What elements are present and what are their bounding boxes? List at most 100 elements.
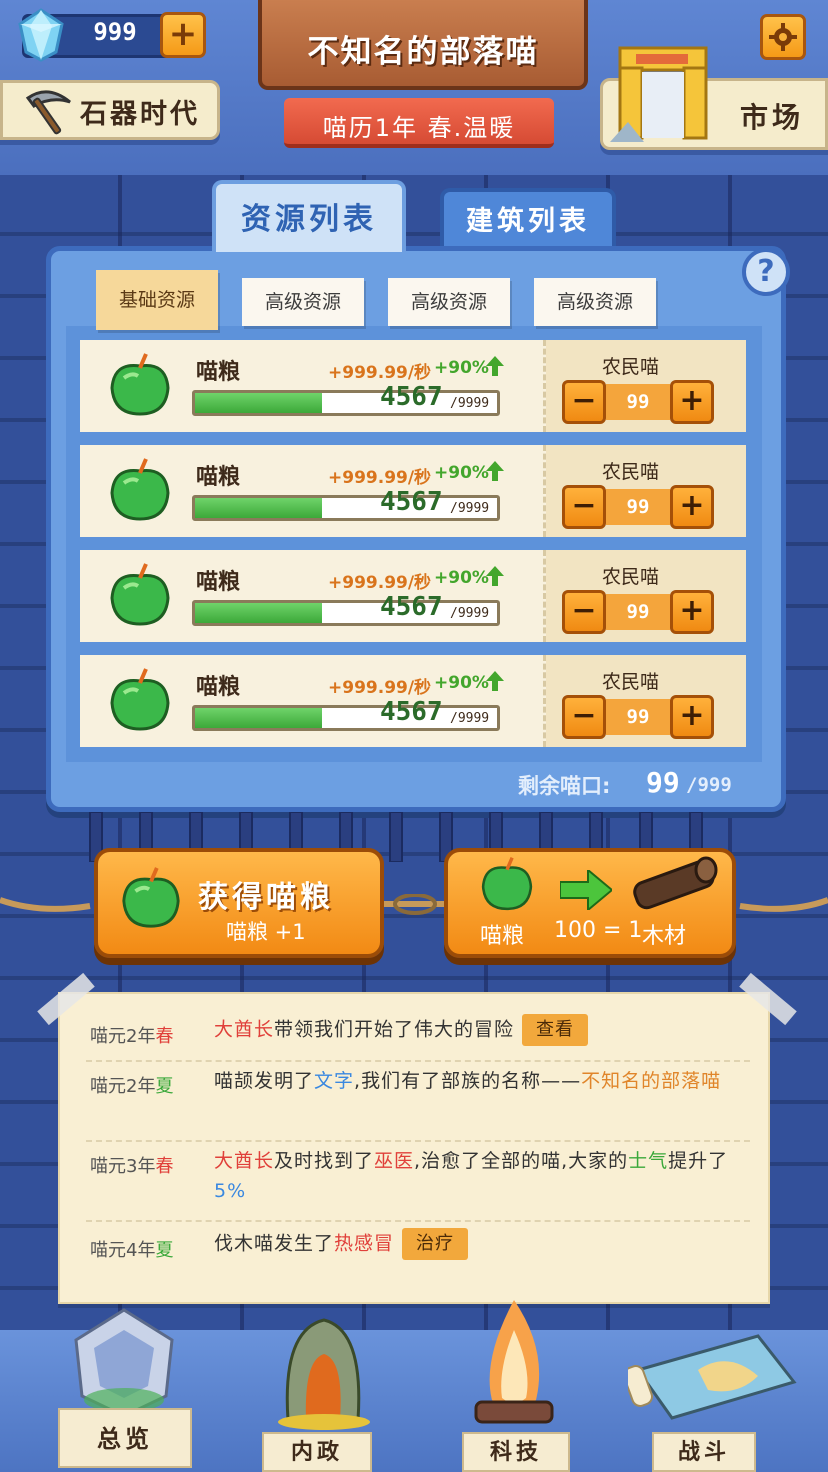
log-text: 伐木喵发生了热感冒 治疗 xyxy=(214,1228,744,1260)
market-label: 市场 xyxy=(740,101,805,134)
log-year: 喵元4年 xyxy=(90,1240,156,1261)
increase-worker-button[interactable]: + xyxy=(670,485,714,529)
worker-count: 99 xyxy=(606,489,670,525)
worker-label: 农民喵 xyxy=(602,356,660,378)
resource-progress-fill xyxy=(195,603,322,623)
resource-progress-fill xyxy=(195,393,322,413)
resource-bonus: +90% xyxy=(434,463,489,483)
game-date: 喵历1年 春.温暖 xyxy=(322,114,516,142)
log-text-part: 文字 xyxy=(314,1070,355,1092)
subtab-basic[interactable]: 基础资源 xyxy=(96,270,218,330)
log-date: 喵元3年春 xyxy=(90,1152,173,1178)
gather-amount: 喵粮 +1 xyxy=(226,920,306,944)
resource-name: 喵粮 xyxy=(196,675,241,700)
worker-count: 99 xyxy=(606,384,670,420)
log-action-button[interactable]: 治疗 xyxy=(402,1228,469,1260)
log-text-part: ,我们有了部族的名称—— xyxy=(354,1070,582,1092)
population-label: 剩余喵口: xyxy=(518,774,611,798)
log-date: 喵元2年春 xyxy=(90,1022,173,1048)
nav-overview[interactable]: 总览 xyxy=(58,1408,192,1468)
arrow-right-icon xyxy=(560,870,612,910)
increase-worker-button[interactable]: + xyxy=(670,590,714,634)
log-text-part: 喵颉发明了 xyxy=(214,1070,315,1092)
green-apple-icon xyxy=(110,668,170,731)
nav-domestic[interactable]: 内政 xyxy=(262,1432,372,1472)
log-text-part: 热感冒 xyxy=(334,1232,395,1255)
resource-current: 4567 xyxy=(380,487,443,517)
resource-max: /9999 xyxy=(450,711,490,726)
resource-info: 喵粮 +999.99/秒 +90% 4567 /9999 xyxy=(80,340,546,432)
wood-log-icon xyxy=(633,856,718,910)
resource-info: 喵粮 +999.99/秒 +90% 4567 /9999 xyxy=(80,655,546,747)
log-action-button[interactable]: 查看 xyxy=(522,1014,589,1046)
green-apple-icon xyxy=(481,857,533,911)
decrease-worker-button[interactable]: − xyxy=(562,590,606,634)
overview-crystal-icon xyxy=(74,1308,174,1418)
resource-info: 喵粮 +999.99/秒 +90% 4567 /9999 xyxy=(80,445,546,537)
resource-max: /9999 xyxy=(450,396,490,411)
gem-count: 999 xyxy=(93,18,137,46)
log-season: 春 xyxy=(155,1026,174,1047)
log-text-part: 不知名的部落喵 xyxy=(581,1070,722,1092)
arrow-up-icon xyxy=(486,671,504,691)
pickaxe-icon xyxy=(25,90,71,135)
log-text-part: 大酋长 xyxy=(214,1150,275,1172)
resource-progress-fill xyxy=(195,498,322,518)
log-season: 春 xyxy=(155,1156,174,1177)
resource-row: 喵粮 +999.99/秒 +90% 4567 /9999 农民喵 − 99 + xyxy=(80,655,746,747)
worker-stepper: − 99 + xyxy=(562,380,714,424)
resource-name: 喵粮 xyxy=(196,570,241,595)
log-date: 喵元2年夏 xyxy=(90,1072,173,1098)
resource-bonus: +90% xyxy=(434,358,489,378)
map-scroll-icon xyxy=(628,1334,797,1420)
gear-icon xyxy=(769,23,797,51)
help-button[interactable]: ? xyxy=(742,248,790,296)
resource-current: 4567 xyxy=(380,592,443,622)
log-text: 喵颉发明了文字,我们有了部族的名称——不知名的部落喵 xyxy=(214,1066,744,1096)
tab-buildings[interactable]: 建筑列表 xyxy=(440,188,616,246)
log-entry: 喵元2年春 大酋长带领我们开始了伟大的冒险 查看 xyxy=(86,1010,750,1062)
diamond-icon xyxy=(18,8,64,62)
nav-battle[interactable]: 战斗 xyxy=(652,1432,756,1472)
resource-rate: +999.99/秒 xyxy=(328,468,432,488)
add-gems-button[interactable]: + xyxy=(160,12,206,58)
gather-title: 获得喵粮 xyxy=(198,880,334,915)
tab-resources[interactable]: 资源列表 xyxy=(212,180,406,252)
log-season: 夏 xyxy=(155,1240,174,1261)
worker-count: 99 xyxy=(606,594,670,630)
resource-rate: +999.99/秒 xyxy=(328,363,432,383)
log-text: 大酋长带领我们开始了伟大的冒险 查看 xyxy=(214,1014,744,1046)
resource-rate: +999.99/秒 xyxy=(328,678,432,698)
subtab-advanced-2[interactable]: 高级资源 xyxy=(388,278,510,326)
log-text-part: 大酋长 xyxy=(214,1018,275,1041)
decrease-worker-button[interactable]: − xyxy=(562,380,606,424)
worker-stepper: − 99 + xyxy=(562,590,714,634)
decrease-worker-button[interactable]: − xyxy=(562,695,606,739)
log-entry: 喵元2年夏 喵颉发明了文字,我们有了部族的名称——不知名的部落喵 xyxy=(86,1064,750,1142)
subtab-advanced-1[interactable]: 高级资源 xyxy=(242,278,364,326)
resource-current: 4567 xyxy=(380,382,443,412)
worker-control: 农民喵 − 99 + xyxy=(546,340,746,432)
resource-rate: +999.99/秒 xyxy=(328,573,432,593)
settings-button[interactable] xyxy=(760,14,806,60)
subtab-advanced-3[interactable]: 高级资源 xyxy=(534,278,656,326)
resource-info: 喵粮 +999.99/秒 +90% 4567 /9999 xyxy=(80,550,546,642)
green-apple-icon xyxy=(110,563,170,626)
resource-row: 喵粮 +999.99/秒 +90% 4567 /9999 农民喵 − 99 + xyxy=(80,340,746,432)
population-current: 99 xyxy=(646,766,680,799)
increase-worker-button[interactable]: + xyxy=(670,695,714,739)
green-apple-icon xyxy=(122,867,180,928)
green-apple-icon xyxy=(110,353,170,416)
worker-control: 农民喵 − 99 + xyxy=(546,655,746,747)
log-year: 喵元2年 xyxy=(90,1076,156,1097)
decrease-worker-button[interactable]: − xyxy=(562,485,606,529)
market-gate-icon xyxy=(610,46,708,142)
resource-max: /9999 xyxy=(450,501,490,516)
green-apple-icon xyxy=(110,458,170,521)
resource-row: 喵粮 +999.99/秒 +90% 4567 /9999 农民喵 − 99 + xyxy=(80,445,746,537)
increase-worker-button[interactable]: + xyxy=(670,380,714,424)
log-text: 大酋长及时找到了巫医,治愈了全部的喵,大家的士气提升了 5% xyxy=(214,1146,744,1206)
log-entry: 喵元4年夏 伐木喵发生了热感冒 治疗 xyxy=(86,1224,750,1274)
arrow-up-icon xyxy=(486,356,504,376)
nav-technology[interactable]: 科技 xyxy=(462,1432,570,1472)
